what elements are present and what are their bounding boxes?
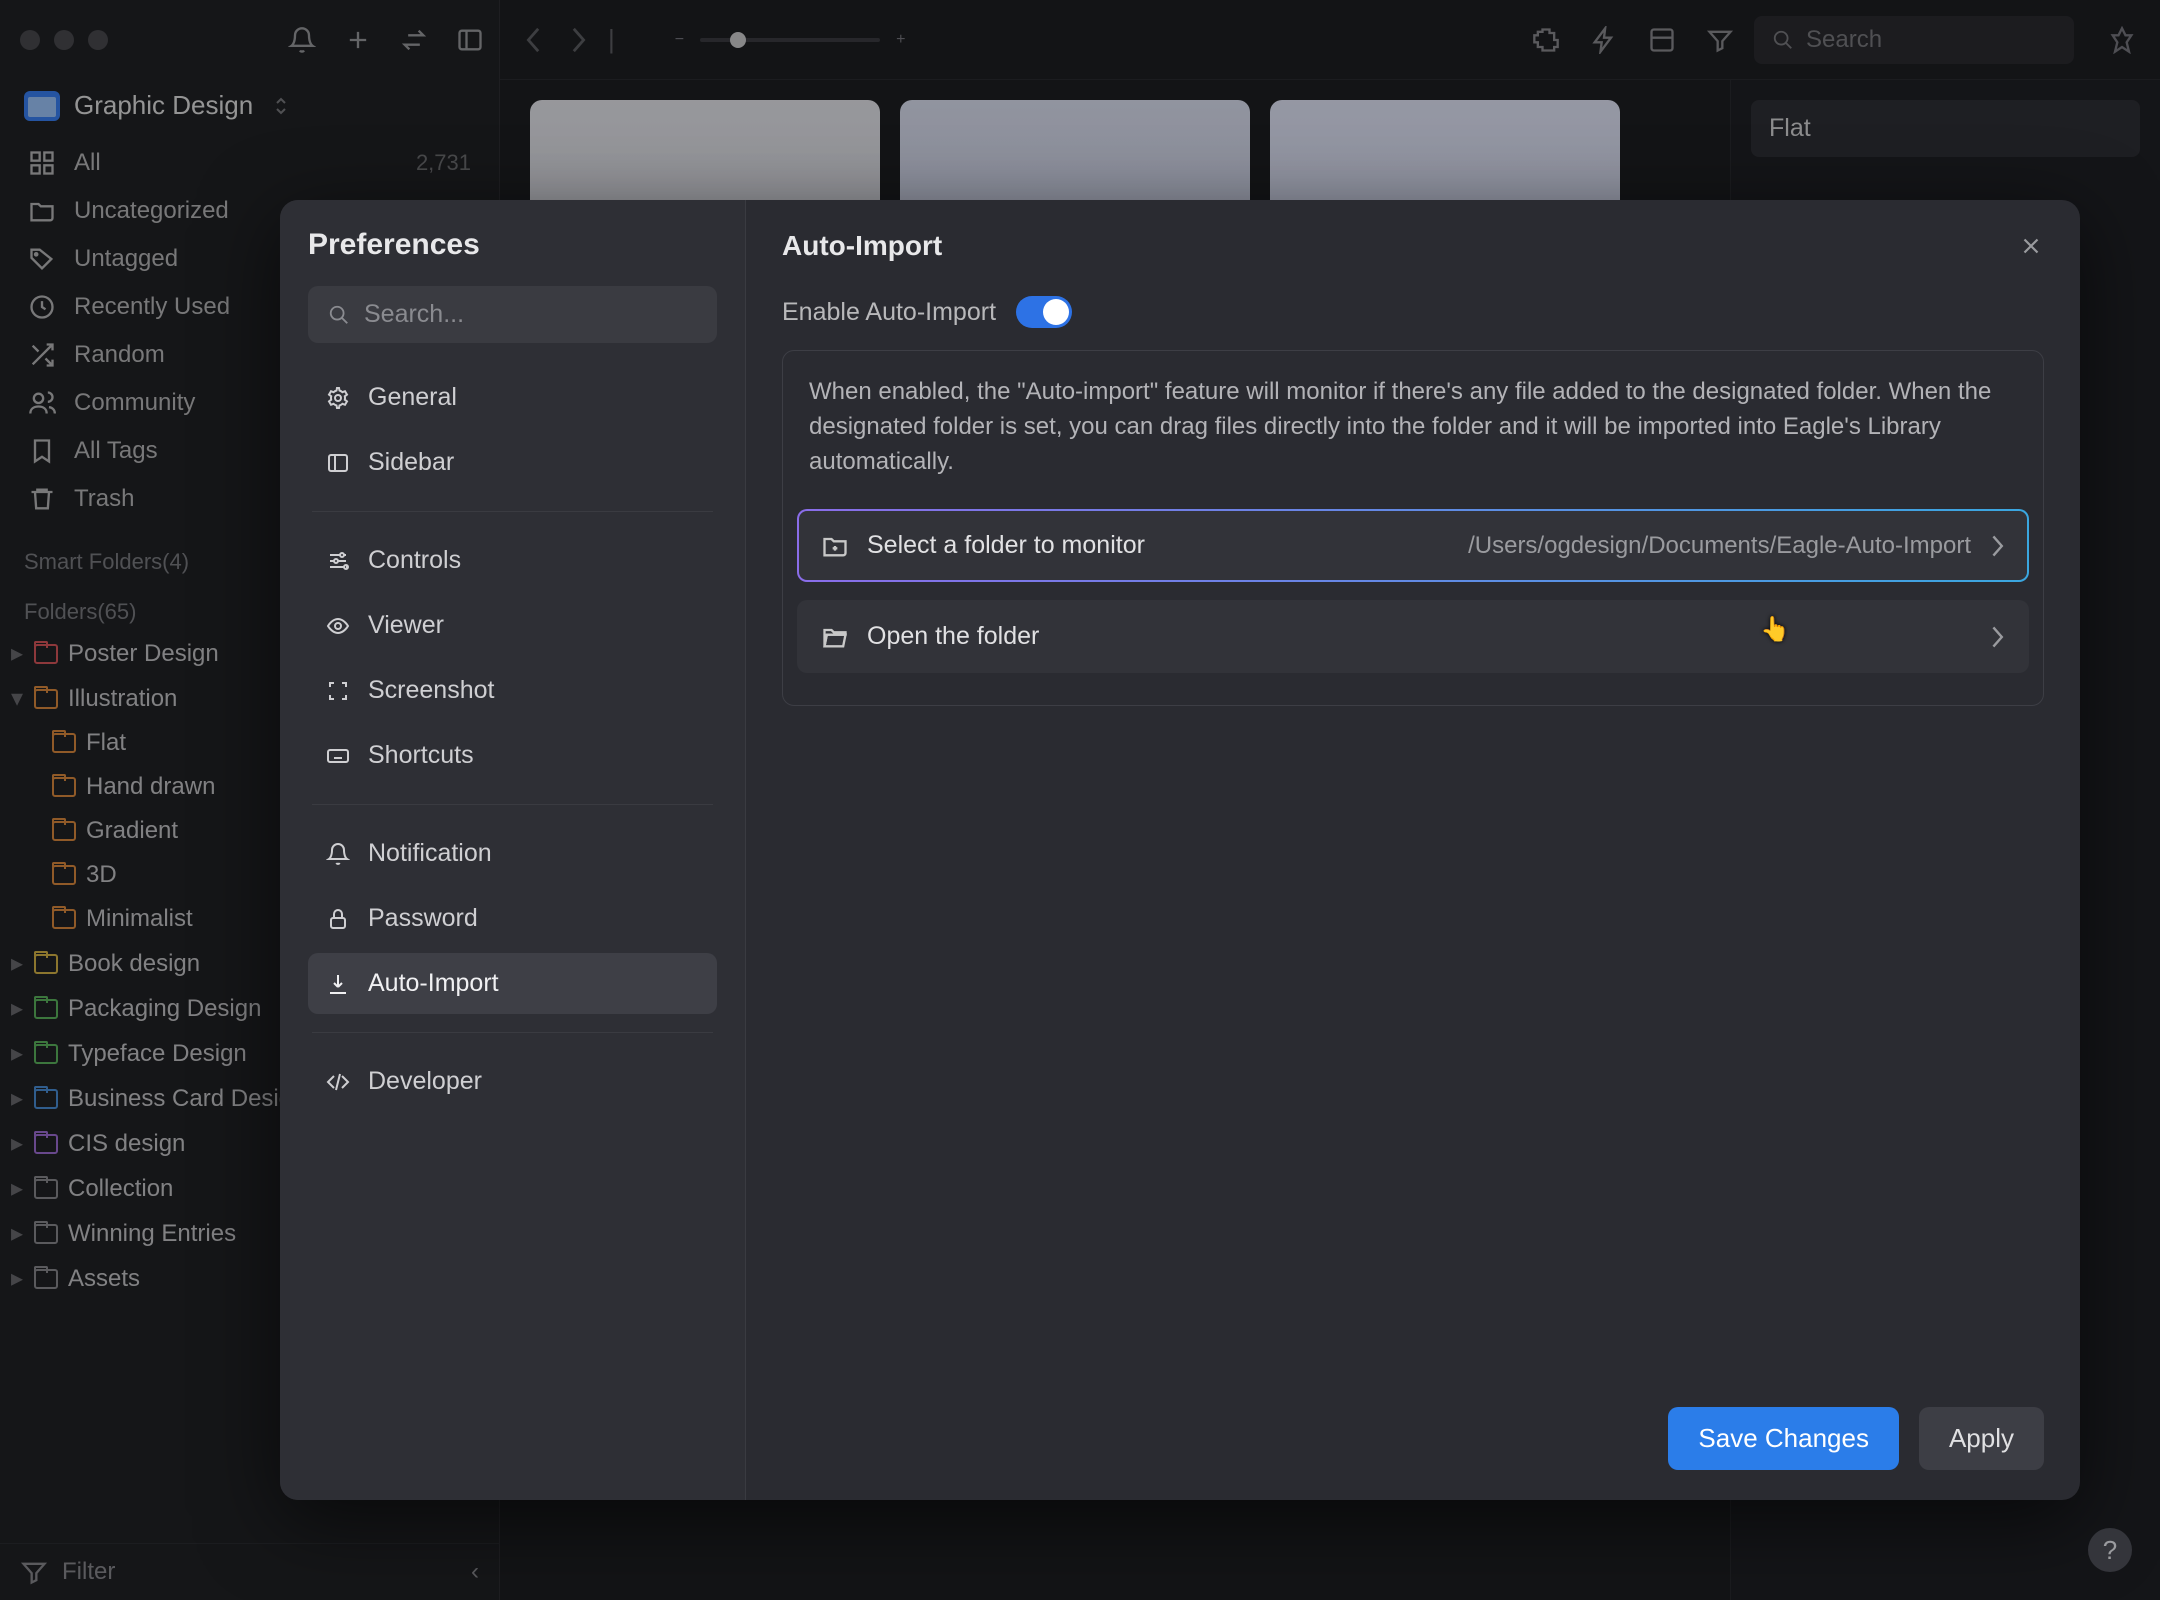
pref-developer[interactable]: Developer <box>308 1051 717 1112</box>
screenshot-icon <box>326 679 350 703</box>
save-button[interactable]: Save Changes <box>1668 1407 1899 1470</box>
keyboard-icon <box>326 744 350 768</box>
sliders-icon <box>326 549 350 573</box>
pref-sidebar[interactable]: Sidebar <box>308 432 717 493</box>
info-box: When enabled, the "Auto-import" feature … <box>782 350 2044 706</box>
preferences-sidebar: Preferences Search... General Sidebar Co… <box>280 200 746 1500</box>
preferences-content: Auto-Import Enable Auto-Import When enab… <box>746 200 2080 1500</box>
pref-password[interactable]: Password <box>308 888 717 949</box>
content-title: Auto-Import <box>782 230 942 262</box>
enable-label: Enable Auto-Import <box>782 298 996 327</box>
pref-general[interactable]: General <box>308 367 717 428</box>
pref-controls[interactable]: Controls <box>308 530 717 591</box>
folder-plus-icon <box>821 532 849 560</box>
pref-viewer[interactable]: Viewer <box>308 595 717 656</box>
sidebar-icon <box>326 451 350 475</box>
search-icon <box>328 304 350 326</box>
description-text: When enabled, the "Auto-import" feature … <box>783 375 2043 499</box>
pref-shortcuts[interactable]: Shortcuts <box>308 725 717 786</box>
folder-open-icon <box>821 623 849 651</box>
gear-icon <box>326 386 350 410</box>
close-button[interactable] <box>2018 233 2044 259</box>
pref-autoimport[interactable]: Auto-Import <box>308 953 717 1014</box>
pref-notification[interactable]: Notification <box>308 823 717 884</box>
code-icon <box>326 1070 350 1094</box>
select-folder-label: Select a folder to monitor <box>867 531 1145 560</box>
help-button[interactable]: ? <box>2088 1528 2132 1572</box>
cursor-icon: 👆 <box>1760 615 1790 644</box>
download-icon <box>326 972 350 996</box>
preferences-title: Preferences <box>308 228 717 262</box>
selected-path: /Users/ogdesign/Documents/Eagle-Auto-Imp… <box>1468 532 1971 560</box>
open-folder-row[interactable]: Open the folder <box>797 600 2029 673</box>
select-folder-row[interactable]: Select a folder to monitor /Users/ogdesi… <box>797 509 2029 582</box>
search-placeholder: Search... <box>364 300 464 329</box>
chevron-right-icon <box>1989 534 2005 558</box>
preferences-modal: Preferences Search... General Sidebar Co… <box>280 200 2080 1500</box>
open-folder-label: Open the folder <box>867 622 1039 651</box>
chevron-right-icon <box>1989 625 2005 649</box>
lock-icon <box>326 907 350 931</box>
bell-icon <box>326 842 350 866</box>
enable-toggle[interactable] <box>1016 296 1072 328</box>
eye-icon <box>326 614 350 638</box>
preferences-search[interactable]: Search... <box>308 286 717 343</box>
pref-screenshot[interactable]: Screenshot <box>308 660 717 721</box>
apply-button[interactable]: Apply <box>1919 1407 2044 1470</box>
